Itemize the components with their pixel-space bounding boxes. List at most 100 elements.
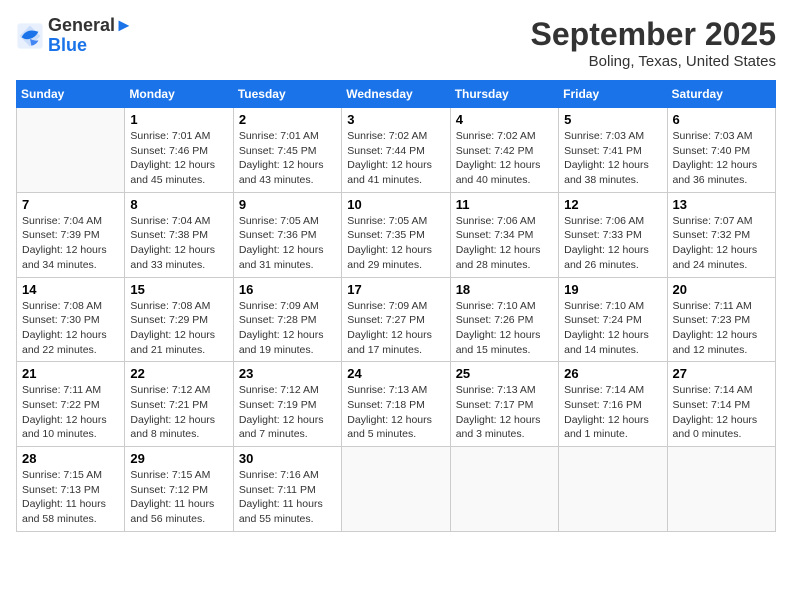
day-number: 17 <box>347 282 444 297</box>
day-info: Sunrise: 7:04 AMSunset: 7:38 PMDaylight:… <box>130 214 227 273</box>
day-cell: 24 Sunrise: 7:13 AMSunset: 7:18 PMDayligh… <box>342 362 450 447</box>
day-info: Sunrise: 7:11 AMSunset: 7:22 PMDaylight:… <box>22 383 119 442</box>
day-info: Sunrise: 7:10 AMSunset: 7:26 PMDaylight:… <box>456 299 553 358</box>
day-cell: 19Sunrise: 7:10 AMSunset: 7:24 PMDayligh… <box>559 277 667 362</box>
day-number: 30 <box>239 451 336 466</box>
day-number: 16 <box>239 282 336 297</box>
day-info: Sunrise: 7:14 AMSunset: 7:16 PMDaylight:… <box>564 383 661 442</box>
day-number: 24 <box>347 366 444 381</box>
day-cell: 7 Sunrise: 7:04 AMSunset: 7:39 PMDaylight… <box>17 192 125 277</box>
month-title: September 2025 <box>531 16 776 53</box>
day-cell: 21 Sunrise: 7:11 AMSunset: 7:22 PMDayligh… <box>17 362 125 447</box>
day-number: 23 <box>239 366 336 381</box>
day-info: Sunrise: 7:02 AMSunset: 7:42 PMDaylight:… <box>456 129 553 188</box>
day-cell: 17 Sunrise: 7:09 AMSunset: 7:27 PMDayligh… <box>342 277 450 362</box>
day-cell <box>342 447 450 532</box>
day-cell: 13 Sunrise: 7:07 AMSunset: 7:32 PMDayligh… <box>667 192 775 277</box>
day-number: 29 <box>130 451 227 466</box>
day-cell: 5Sunrise: 7:03 AMSunset: 7:41 PMDaylight… <box>559 108 667 193</box>
week-row-1: 1 Sunrise: 7:01 AMSunset: 7:46 PMDaylight… <box>17 108 776 193</box>
day-cell: 18 Sunrise: 7:10 AMSunset: 7:26 PMDayligh… <box>450 277 558 362</box>
day-cell: 9Sunrise: 7:05 AMSunset: 7:36 PMDaylight… <box>233 192 341 277</box>
day-cell: 15 Sunrise: 7:08 AMSunset: 7:29 PMDayligh… <box>125 277 233 362</box>
day-cell: 22 Sunrise: 7:12 AMSunset: 7:21 PMDayligh… <box>125 362 233 447</box>
day-number: 28 <box>22 451 119 466</box>
weekday-header-friday: Friday <box>559 81 667 108</box>
week-row-2: 7 Sunrise: 7:04 AMSunset: 7:39 PMDaylight… <box>17 192 776 277</box>
calendar-table: SundayMondayTuesdayWednesdayThursdayFrid… <box>16 80 776 532</box>
day-number: 14 <box>22 282 119 297</box>
day-info: Sunrise: 7:15 AMSunset: 7:13 PMDaylight:… <box>22 468 119 527</box>
weekday-header-tuesday: Tuesday <box>233 81 341 108</box>
day-number: 10 <box>347 197 444 212</box>
day-cell: 29Sunrise: 7:15 AMSunset: 7:12 PMDayligh… <box>125 447 233 532</box>
day-cell: 16 Sunrise: 7:09 AMSunset: 7:28 PMDayligh… <box>233 277 341 362</box>
day-info: Sunrise: 7:08 AMSunset: 7:30 PMDaylight:… <box>22 299 119 358</box>
day-number: 25 <box>456 366 553 381</box>
day-info: Sunrise: 7:04 AMSunset: 7:39 PMDaylight:… <box>22 214 119 273</box>
day-info: Sunrise: 7:14 AMSunset: 7:14 PMDaylight:… <box>673 383 770 442</box>
day-cell: 25 Sunrise: 7:13 AMSunset: 7:17 PMDayligh… <box>450 362 558 447</box>
day-number: 5 <box>564 112 661 127</box>
day-info: Sunrise: 7:01 AMSunset: 7:46 PMDaylight:… <box>130 129 227 188</box>
day-info: Sunrise: 7:13 AMSunset: 7:18 PMDaylight:… <box>347 383 444 442</box>
day-info: Sunrise: 7:01 AMSunset: 7:45 PMDaylight:… <box>239 129 336 188</box>
weekday-header-sunday: Sunday <box>17 81 125 108</box>
day-number: 1 <box>130 112 227 127</box>
weekday-header-wednesday: Wednesday <box>342 81 450 108</box>
day-info: Sunrise: 7:03 AMSunset: 7:40 PMDaylight:… <box>673 129 770 188</box>
day-cell: 30 Sunrise: 7:16 AMSunset: 7:11 PMDayligh… <box>233 447 341 532</box>
day-number: 4 <box>456 112 553 127</box>
week-row-5: 28 Sunrise: 7:15 AMSunset: 7:13 PMDayligh… <box>17 447 776 532</box>
day-cell: 4 Sunrise: 7:02 AMSunset: 7:42 PMDaylight… <box>450 108 558 193</box>
weekday-header-thursday: Thursday <box>450 81 558 108</box>
day-cell: 14 Sunrise: 7:08 AMSunset: 7:30 PMDayligh… <box>17 277 125 362</box>
logo-icon <box>16 22 44 50</box>
week-row-4: 21 Sunrise: 7:11 AMSunset: 7:22 PMDayligh… <box>17 362 776 447</box>
day-number: 15 <box>130 282 227 297</box>
logo: General► Blue <box>16 16 133 56</box>
location-title: Boling, Texas, United States <box>531 53 776 70</box>
day-number: 11 <box>456 197 553 212</box>
day-info: Sunrise: 7:12 AMSunset: 7:21 PMDaylight:… <box>130 383 227 442</box>
day-info: Sunrise: 7:11 AMSunset: 7:23 PMDaylight:… <box>673 299 770 358</box>
day-number: 20 <box>673 282 770 297</box>
day-number: 27 <box>673 366 770 381</box>
day-info: Sunrise: 7:05 AMSunset: 7:35 PMDaylight:… <box>347 214 444 273</box>
day-number: 7 <box>22 197 119 212</box>
logo-text: General► Blue <box>48 16 133 56</box>
day-cell: 2Sunrise: 7:01 AMSunset: 7:45 PMDaylight… <box>233 108 341 193</box>
day-info: Sunrise: 7:10 AMSunset: 7:24 PMDaylight:… <box>564 299 661 358</box>
page-header: General► Blue September 2025 Boling, Tex… <box>16 16 776 70</box>
day-info: Sunrise: 7:16 AMSunset: 7:11 PMDaylight:… <box>239 468 336 527</box>
day-number: 26 <box>564 366 661 381</box>
day-cell <box>17 108 125 193</box>
day-info: Sunrise: 7:09 AMSunset: 7:28 PMDaylight:… <box>239 299 336 358</box>
day-info: Sunrise: 7:09 AMSunset: 7:27 PMDaylight:… <box>347 299 444 358</box>
day-cell: 8 Sunrise: 7:04 AMSunset: 7:38 PMDaylight… <box>125 192 233 277</box>
day-cell <box>667 447 775 532</box>
day-info: Sunrise: 7:13 AMSunset: 7:17 PMDaylight:… <box>456 383 553 442</box>
day-info: Sunrise: 7:05 AMSunset: 7:36 PMDaylight:… <box>239 214 336 273</box>
day-cell: 27 Sunrise: 7:14 AMSunset: 7:14 PMDayligh… <box>667 362 775 447</box>
day-info: Sunrise: 7:02 AMSunset: 7:44 PMDaylight:… <box>347 129 444 188</box>
day-info: Sunrise: 7:08 AMSunset: 7:29 PMDaylight:… <box>130 299 227 358</box>
day-cell: 10 Sunrise: 7:05 AMSunset: 7:35 PMDayligh… <box>342 192 450 277</box>
day-cell: 28 Sunrise: 7:15 AMSunset: 7:13 PMDayligh… <box>17 447 125 532</box>
day-number: 3 <box>347 112 444 127</box>
day-cell: 11 Sunrise: 7:06 AMSunset: 7:34 PMDayligh… <box>450 192 558 277</box>
day-info: Sunrise: 7:06 AMSunset: 7:34 PMDaylight:… <box>456 214 553 273</box>
day-info: Sunrise: 7:07 AMSunset: 7:32 PMDaylight:… <box>673 214 770 273</box>
day-number: 18 <box>456 282 553 297</box>
day-number: 13 <box>673 197 770 212</box>
day-cell: 1 Sunrise: 7:01 AMSunset: 7:46 PMDaylight… <box>125 108 233 193</box>
day-number: 21 <box>22 366 119 381</box>
day-number: 12 <box>564 197 661 212</box>
day-cell: 6Sunrise: 7:03 AMSunset: 7:40 PMDaylight… <box>667 108 775 193</box>
week-row-3: 14 Sunrise: 7:08 AMSunset: 7:30 PMDayligh… <box>17 277 776 362</box>
day-cell: 26 Sunrise: 7:14 AMSunset: 7:16 PMDayligh… <box>559 362 667 447</box>
day-number: 8 <box>130 197 227 212</box>
day-cell: 12Sunrise: 7:06 AMSunset: 7:33 PMDayligh… <box>559 192 667 277</box>
day-info: Sunrise: 7:12 AMSunset: 7:19 PMDaylight:… <box>239 383 336 442</box>
day-number: 22 <box>130 366 227 381</box>
